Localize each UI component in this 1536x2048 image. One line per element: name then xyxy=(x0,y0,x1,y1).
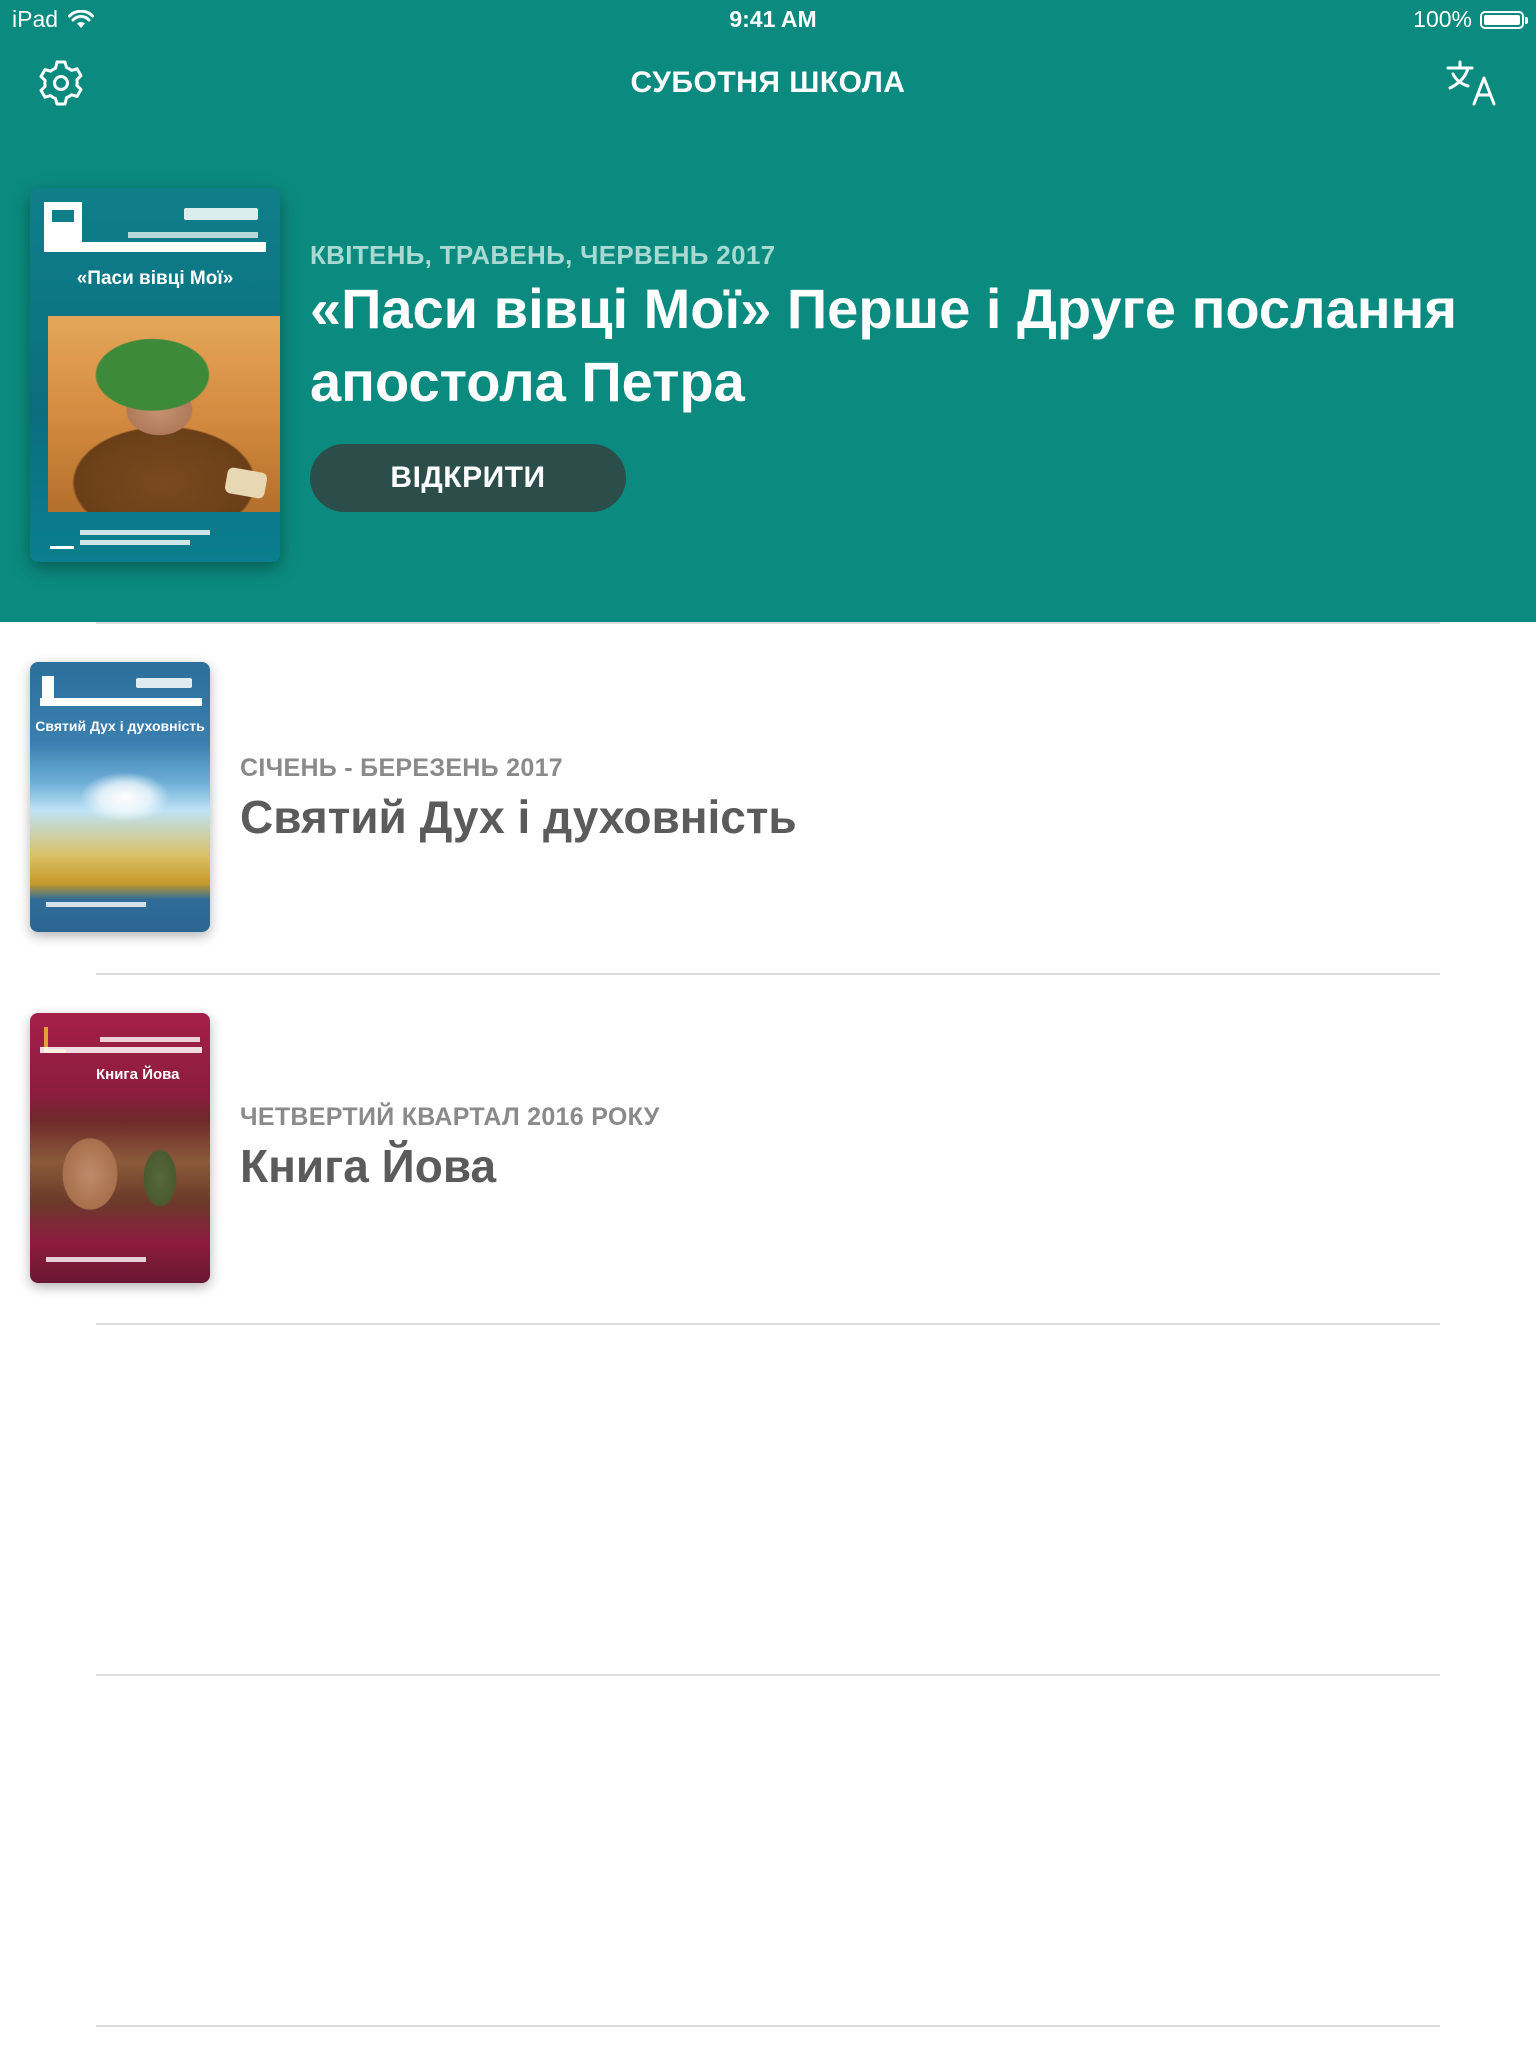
battery-icon xyxy=(1480,10,1528,29)
cover-publisher-line xyxy=(46,902,146,907)
church-logo-icon xyxy=(50,528,74,549)
cover-band xyxy=(44,242,266,252)
item-title: Книга Йова xyxy=(240,1140,497,1192)
item-title: Святий Дух і духовність xyxy=(240,791,797,843)
cover-image: Книга Йова xyxy=(30,1013,210,1283)
cover-publisher-line xyxy=(46,1257,146,1262)
list-item[interactable]: Святий Дух і духовність СІЧЕНЬ - БЕРЕЗЕН… xyxy=(0,624,1536,974)
cover-band xyxy=(40,698,202,706)
cover-band xyxy=(40,1047,202,1053)
battery-percent: 100% xyxy=(1413,6,1472,32)
cover-subheading xyxy=(100,1037,200,1042)
featured-header: iPad 9:41 AM 100% СУБОТНЯ ШКОЛА «Паси ві… xyxy=(0,0,1536,622)
language-button[interactable] xyxy=(1444,58,1500,108)
cover-subheading xyxy=(128,232,258,238)
featured-title: «Паси вівці Мої» Перше і Друге послання … xyxy=(310,277,1458,413)
cover-title: «Паси вівці Мої» xyxy=(76,268,234,289)
divider xyxy=(96,1674,1440,1676)
item-period: ЧЕТВЕРТИЙ КВАРТАЛ 2016 РОКУ xyxy=(240,1103,660,1131)
cover-title: Книга Йова xyxy=(96,1066,180,1083)
app-title: СУБОТНЯ ШКОЛА xyxy=(630,66,906,99)
divider xyxy=(96,2025,1440,2027)
translate-icon xyxy=(1446,60,1496,106)
cover-brand-mark xyxy=(136,678,192,688)
cover-brand-mark xyxy=(184,208,258,220)
cover-publisher-line xyxy=(80,530,210,535)
cover-title: Святий Дух і духовність xyxy=(35,718,205,734)
divider xyxy=(96,1323,1440,1325)
cover-image: Святий Дух і духовність xyxy=(30,662,210,932)
item-period: СІЧЕНЬ - БЕРЕЗЕНЬ 2017 xyxy=(240,754,563,782)
featured-cover-image[interactable]: «Паси вівці Мої» xyxy=(30,188,280,562)
status-bar: iPad 9:41 AM 100% xyxy=(0,0,1536,40)
open-button[interactable]: ВІДКРИТИ xyxy=(310,444,626,512)
cover-illustration xyxy=(120,1123,200,1233)
dove-illustration xyxy=(80,772,170,822)
list-item[interactable]: Книга Йова ЧЕТВЕРТИЙ КВАРТАЛ 2016 РОКУ К… xyxy=(0,975,1536,1325)
cover-publisher-line xyxy=(80,540,190,545)
status-right: 100% xyxy=(1413,6,1528,33)
featured-period: КВІТЕНЬ, ТРАВЕНЬ, ЧЕРВЕНЬ 2017 xyxy=(310,240,776,270)
status-time: 9:41 AM xyxy=(729,6,817,32)
